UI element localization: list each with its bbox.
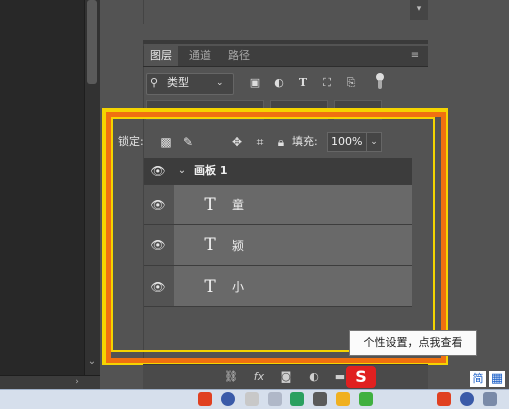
taskbar-app-icon[interactable] (198, 392, 212, 406)
taskbar-app-icon[interactable] (483, 392, 497, 406)
type-filter-icon[interactable]: T (295, 75, 311, 91)
image-filter-icon[interactable]: ▣ (247, 75, 263, 91)
taskbar-app-icon[interactable] (245, 392, 259, 406)
chevron-down-icon: ⌄ (216, 78, 224, 88)
upper-panel (143, 0, 429, 24)
scroll-down-icon[interactable]: ⌄ (85, 356, 99, 370)
fx-icon[interactable]: fx (250, 369, 268, 385)
filter-kind-label: 类型 (167, 76, 189, 89)
taskbar-app-icon[interactable] (221, 392, 235, 406)
filter-toggle-stem (378, 80, 382, 89)
smart-object-filter-icon[interactable]: ⎘ (343, 75, 359, 91)
adjustment-filter-icon[interactable]: ◐ (271, 75, 287, 91)
tab-paths[interactable]: 路径 (222, 46, 256, 66)
shape-filter-icon[interactable]: ⛶ (319, 75, 335, 91)
mask-icon[interactable]: ◙ (277, 369, 295, 385)
ime-toolbox-icon[interactable]: ▦ (489, 371, 505, 387)
taskbar-app-icon[interactable] (268, 392, 282, 406)
search-icon: ⚲ (150, 76, 159, 89)
taskbar-app-icon[interactable] (460, 392, 474, 406)
taskbar-app-icon[interactable] (437, 392, 451, 406)
scroll-right-icon[interactable]: › (70, 376, 84, 388)
tab-channels[interactable]: 通道 (183, 46, 217, 66)
tab-layers[interactable]: 图层 (144, 46, 178, 66)
taskbar-app-icon[interactable] (313, 392, 327, 406)
adjustment-layer-icon[interactable]: ◐ (305, 369, 323, 385)
highlight-frame-inner (111, 117, 435, 352)
link-layers-icon[interactable]: ⛓ (222, 369, 240, 385)
taskbar-app-icon[interactable] (290, 392, 304, 406)
sogou-ime-logo[interactable]: S (346, 366, 376, 388)
ime-tooltip: 个性设置，点我查看 (349, 330, 477, 356)
scroll-down-icon[interactable]: ▾ (410, 4, 428, 18)
taskbar-app-icon[interactable] (336, 392, 350, 406)
canvas-horizontal-scrollbar[interactable] (0, 375, 100, 390)
taskbar-app-icon[interactable] (359, 392, 373, 406)
canvas-scroll-thumb[interactable] (87, 0, 97, 84)
panel-menu-icon[interactable]: ≡ (408, 50, 422, 62)
ime-mode-indicator[interactable]: 简 (470, 371, 486, 387)
